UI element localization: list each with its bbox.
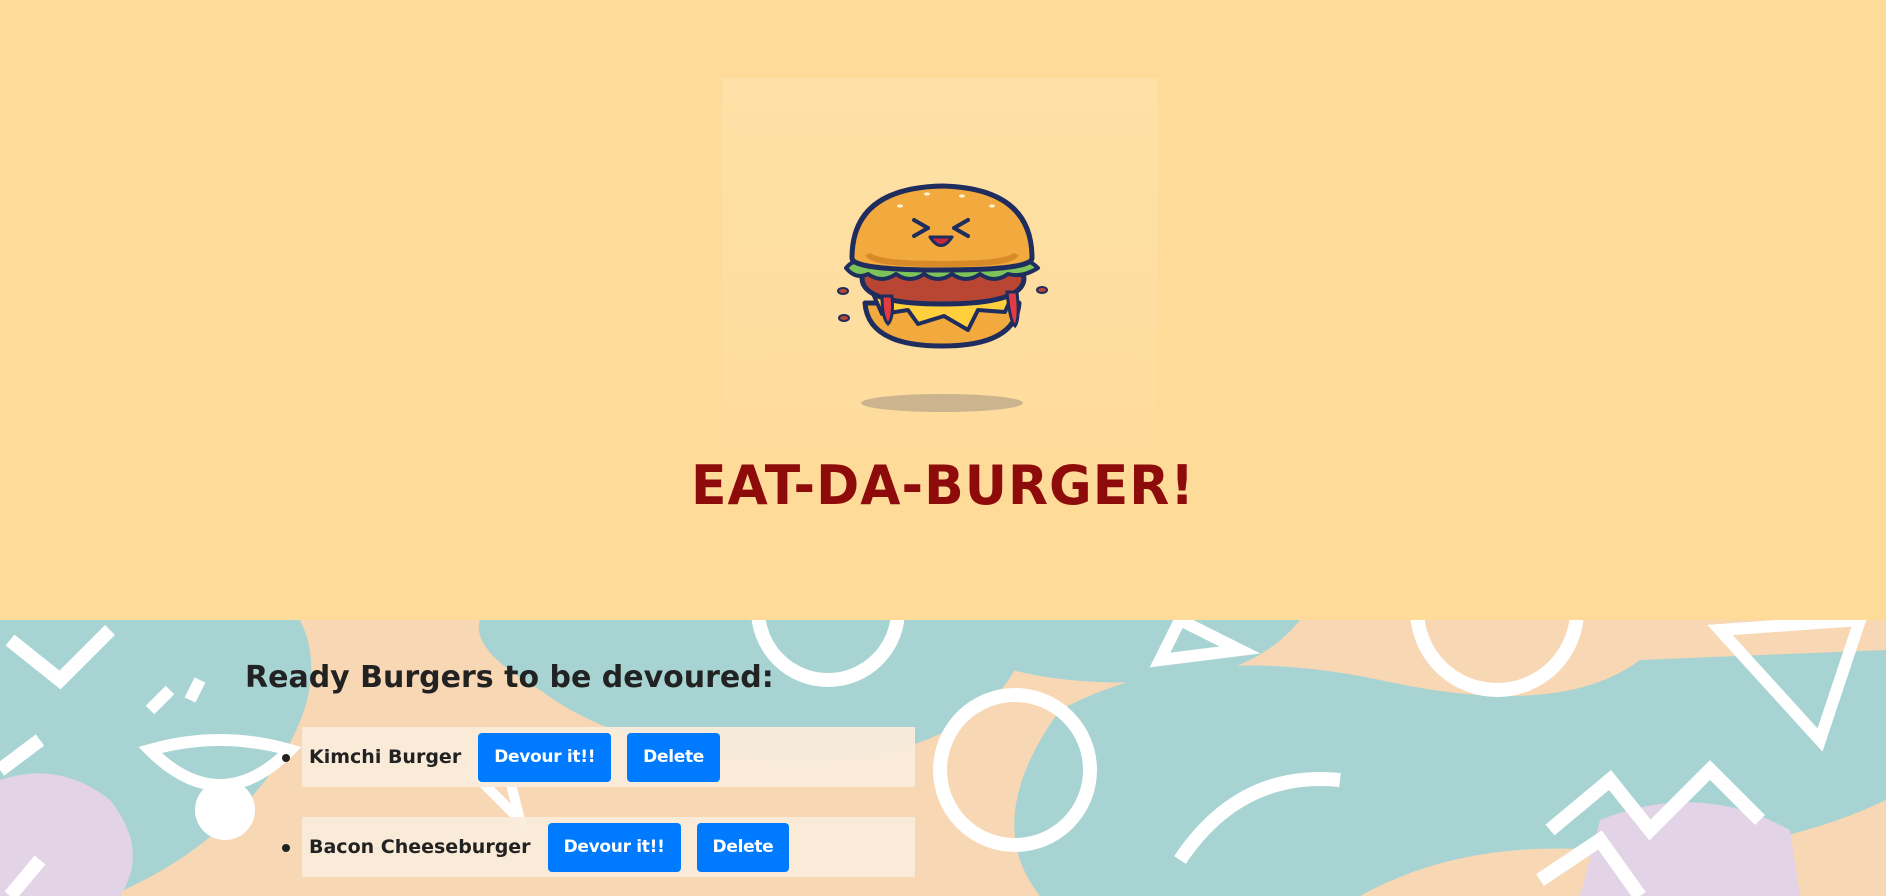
bullet-icon [282,754,290,762]
list-item: Bacon Cheeseburger Devour it!! Delete [282,817,915,877]
logo-image [722,78,1158,452]
devour-button[interactable]: Devour it!! [478,732,612,782]
site-title: EAT-DA-BURGER! [691,454,1195,518]
hero-banner: EAT-DA-BURGER! [0,0,1886,620]
burger-section: Ready Burgers to be devoured: Kimchi Bur… [0,620,1886,896]
delete-button[interactable]: Delete [627,732,721,782]
section-heading: Ready Burgers to be devoured: [245,660,774,695]
bullet-icon [282,844,290,852]
burger-name: Bacon Cheeseburger [309,836,531,858]
devour-button[interactable]: Devour it!! [547,822,681,872]
burger-name: Kimchi Burger [309,746,462,768]
list-item: Kimchi Burger Devour it!! Delete [282,727,915,787]
burger-mascot-icon [837,183,1048,412]
delete-button[interactable]: Delete [696,822,790,872]
burger-list: Kimchi Burger Devour it!! Delete Bacon C… [282,727,915,896]
